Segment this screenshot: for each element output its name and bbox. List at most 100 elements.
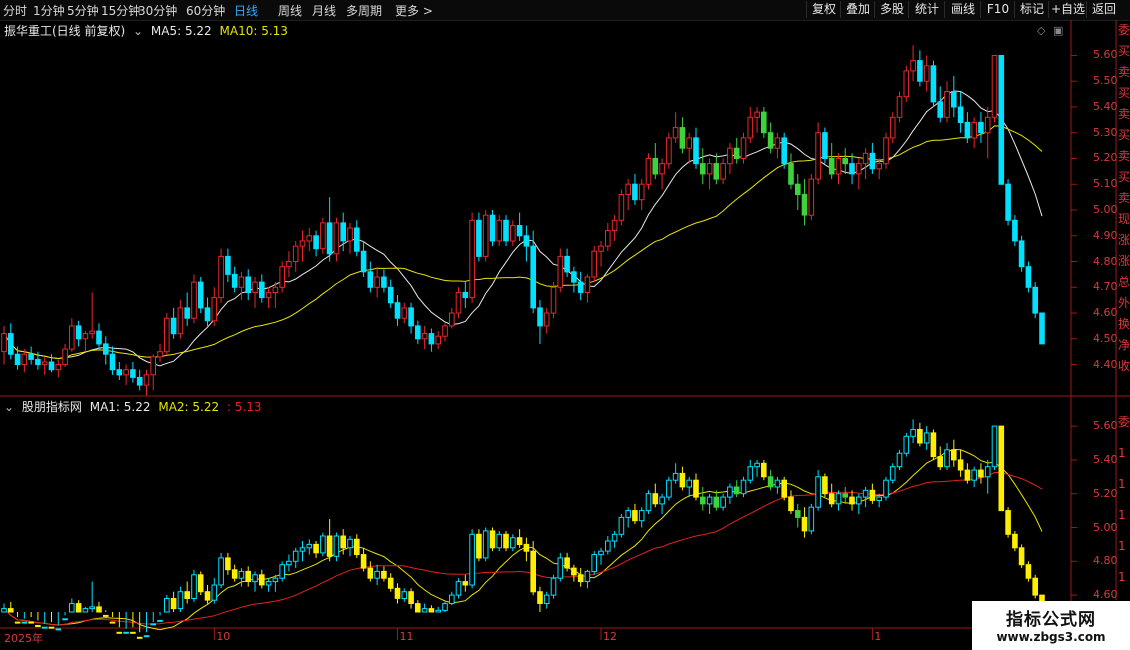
candle-body (801, 194, 808, 216)
indicator-bar (367, 567, 374, 579)
candle-body (577, 281, 584, 293)
candle-body (883, 137, 889, 165)
candle-body (896, 96, 903, 118)
indicator-bar (998, 425, 1005, 512)
candle-body (455, 291, 462, 314)
candle-body (374, 276, 380, 288)
indicator-bar (109, 621, 116, 624)
extra-label: : 5.13 (226, 400, 262, 414)
indicator-bar (28, 621, 34, 624)
candle-body (476, 219, 482, 257)
candle-body (1032, 286, 1039, 314)
candle-body (489, 214, 496, 242)
indicator-bar (421, 608, 428, 613)
candle-body (360, 250, 367, 273)
quote-char: 总 (1118, 275, 1130, 289)
quote-panel-edge: 委买卖买卖买卖买卖现涨涨总外换净收 (1118, 22, 1130, 394)
indicator-bar (442, 603, 448, 611)
candle-body (767, 132, 774, 149)
quote-char: 1 (1118, 539, 1126, 553)
ma5-line (3, 90, 1043, 367)
x-tick-label: 2025年 (4, 632, 43, 645)
indicator-bar (320, 535, 326, 554)
indicator-bar (856, 496, 862, 505)
stock-name[interactable]: 振华重工(日线 前复权) (4, 24, 125, 38)
indicator-bar (1005, 510, 1011, 535)
quote-char: 1 (1118, 508, 1126, 522)
sub-y-tick: 5.20 (1093, 486, 1118, 500)
candle-body (998, 55, 1005, 185)
indicator-bar (496, 533, 502, 549)
indicator-bar (598, 550, 604, 556)
indicator-bar (476, 533, 482, 559)
candle-body (286, 261, 292, 268)
indicator-bar (69, 603, 75, 613)
candle-body (951, 91, 957, 108)
candle-body (279, 266, 285, 288)
indicator-bar (964, 469, 971, 481)
indicator-name[interactable]: 股朋指标网 (22, 400, 82, 414)
candle-body (930, 65, 937, 103)
quote-char: 外 (1118, 296, 1130, 310)
settings-chevron-icon[interactable]: ⌄ (133, 24, 143, 38)
candle-body (347, 227, 353, 242)
candle-body (143, 374, 150, 386)
quote-char: 现 (1118, 212, 1130, 226)
sub-y-tick: 5.40 (1093, 452, 1118, 466)
candle-body (889, 116, 896, 139)
candle-body (157, 351, 163, 358)
x-tick-label: 12 (603, 630, 618, 643)
candle-body (8, 333, 14, 355)
indicator-bar (55, 628, 62, 631)
candle-body (720, 163, 726, 180)
indicator-bar (795, 510, 801, 518)
main-y-tick: 5.60 (1093, 48, 1118, 62)
indicator-bar (218, 557, 224, 586)
indicator-bar (761, 462, 767, 478)
candle-body (937, 101, 944, 118)
indicator-bar (164, 598, 170, 613)
watermark-title: 指标公式网 (1006, 610, 1096, 630)
candle-body (964, 121, 971, 139)
indicator-bar (482, 530, 489, 559)
indicator-chevron-icon[interactable]: ⌄ (4, 400, 14, 414)
indicator-bar (245, 570, 251, 583)
maximize-icon[interactable]: ▣ (1053, 24, 1063, 37)
main-y-tick: 5.40 (1093, 99, 1118, 113)
candle-body (333, 222, 340, 255)
candle-body (835, 158, 842, 175)
candle-body (679, 127, 686, 149)
candle-body (218, 255, 224, 299)
candle-body (197, 281, 204, 309)
diamond-icon[interactable]: ◇ (1037, 24, 1045, 37)
indicator-bar (123, 631, 129, 634)
candle-body (435, 335, 441, 345)
candle-body (856, 163, 862, 175)
indicator-bar (130, 631, 136, 634)
indicator-bar (272, 577, 279, 583)
candle-body (557, 255, 564, 288)
candlestick-chart[interactable] (0, 0, 1130, 650)
candle-body (381, 276, 387, 288)
indicator-bar (1025, 564, 1032, 579)
indicator-bar (720, 496, 726, 508)
indicator-bar (1032, 577, 1039, 596)
quote-char: 净 (1118, 338, 1130, 352)
candle-body (530, 245, 537, 309)
candle-body (21, 353, 28, 366)
indicator-bar (910, 429, 916, 437)
indicator-bar (767, 476, 774, 488)
watermark-url: www.zbgs3.com (996, 630, 1106, 644)
candle-body (611, 219, 618, 232)
panel-controls: ◇ ▣ (1037, 24, 1063, 37)
main-y-tick: 4.40 (1093, 357, 1118, 371)
indicator-bar (788, 496, 794, 512)
indicator-bar (89, 606, 96, 610)
indicator-bar (937, 456, 944, 468)
candle-body (795, 183, 801, 195)
indicator-bar (41, 626, 48, 629)
candle-body (700, 163, 706, 175)
candle-body (537, 307, 543, 327)
candle-body (177, 307, 184, 335)
indicator-bar (815, 476, 821, 508)
